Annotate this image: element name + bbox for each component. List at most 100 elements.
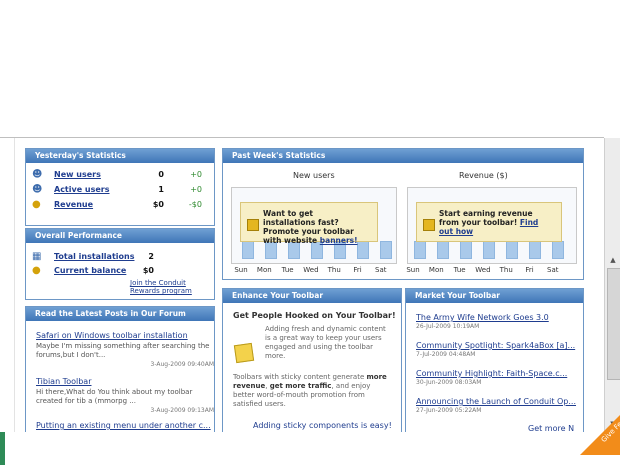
total-installations-value: 2 <box>148 252 154 261</box>
forum-post-body: Hi there,What do You think about my tool… <box>36 388 193 405</box>
current-balance-link[interactable]: Current balance <box>54 266 126 275</box>
chart-bar <box>483 241 495 259</box>
left-gutter <box>0 138 15 432</box>
market-item: Community Spotlight: Spark4aBox [a]... 7… <box>416 341 584 358</box>
market-item-title[interactable]: Community Highlight: Faith-Space.c... <box>416 369 584 378</box>
new-users-value: 0 <box>158 170 164 179</box>
chart-bar <box>414 241 426 259</box>
chart-bar <box>460 241 472 259</box>
chart-bar <box>529 241 541 259</box>
forum-post-title[interactable]: Tibian Toolbar <box>36 377 214 386</box>
market-item: The Army Wife Network Goes 3.0 26-Jul-20… <box>416 313 584 330</box>
rewards-link-line2[interactable]: Rewards program <box>130 287 192 295</box>
day-tick-label: Sun <box>234 266 248 274</box>
active-users-link[interactable]: Active users <box>54 185 110 194</box>
market-toolbar-header: Market Your Toolbar <box>406 289 583 303</box>
stat-row-total-installations: ▦ Total installations 2 <box>32 251 210 264</box>
add-sticky-components-link[interactable]: Adding sticky components is easy! <box>253 421 392 430</box>
rewards-link[interactable]: Join the Conduit Rewards program <box>130 279 192 295</box>
scrollbar-thumb[interactable] <box>607 268 620 380</box>
revenue-callout-text: Start earning revenue from your toolbar!… <box>439 209 551 236</box>
taskbar-edge <box>0 432 5 465</box>
market-toolbar-panel: Market Your Toolbar The Army Wife Networ… <box>405 288 584 432</box>
day-tick-label: Thu <box>499 266 513 274</box>
market-item-title[interactable]: Community Spotlight: Spark4aBox [a]... <box>416 341 584 350</box>
revenue-callout: Start earning revenue from your toolbar!… <box>416 202 562 242</box>
day-tick-label: Fri <box>525 266 534 274</box>
dashboard-content: Yesterday's Statistics ☻ New users 0 +0 … <box>15 138 595 432</box>
forum-post-title[interactable]: Safari on Windows toolbar installation <box>36 331 214 340</box>
day-tick-label: Sat <box>547 266 559 274</box>
forum-post: Tibian Toolbar Hi there,What do You thin… <box>36 377 214 414</box>
day-tick-label: Fri <box>353 266 362 274</box>
day-tick-label: Mon <box>256 266 272 274</box>
stat-row-revenue: ● Revenue $0 -$0 <box>32 199 210 212</box>
market-item-date: 7-Jul-2009 04:48AM <box>416 351 476 358</box>
revenue-chart-title: Revenue ($) <box>459 171 508 180</box>
past-week-panel: Past Week's Statistics New users Revenue… <box>222 148 584 280</box>
forum-post-body: Maybe I'm missing something after search… <box>36 342 210 359</box>
enhance-benefits-text: Toolbars with sticky content generate mo… <box>233 373 391 409</box>
new-users-chart: Want to get installations fast? Promote … <box>231 187 397 264</box>
chart-bar <box>380 241 392 259</box>
active-users-value: 1 <box>158 185 164 194</box>
revenue-callout-message: Start earning revenue from your toolbar! <box>439 209 533 227</box>
day-tick-label: Sun <box>406 266 420 274</box>
past-week-header: Past Week's Statistics <box>223 149 583 163</box>
forum-post: Safari on Windows toolbar installation M… <box>36 331 214 368</box>
overall-performance-panel: Overall Performance ▦ Total installation… <box>25 228 215 300</box>
day-tick-label: Mon <box>428 266 444 274</box>
new-users-link[interactable]: New users <box>54 170 101 179</box>
stat-row-current-balance: ● Current balance $0 <box>32 265 210 278</box>
market-item: Community Highlight: Faith-Space.c... 30… <box>416 369 584 386</box>
sticky-note-icon <box>233 342 255 364</box>
revenue-link[interactable]: Revenue <box>54 200 93 209</box>
day-tick-label: Sat <box>375 266 387 274</box>
give-feedback-badge[interactable]: Give Feedback <box>560 385 620 455</box>
coins-icon: ● <box>32 199 41 210</box>
forum-post-date: 3-Aug-2009 09:13AM <box>150 407 214 414</box>
enhance-benefits-pre: Toolbars with sticky content generate <box>233 373 367 381</box>
installations-callout-text: Want to get installations fast? Promote … <box>263 209 363 245</box>
active-users-delta: +0 <box>190 185 202 194</box>
coins-callout-icon <box>423 219 435 231</box>
installations-callout: Want to get installations fast? Promote … <box>240 202 378 245</box>
day-tick-label: Wed <box>475 266 491 274</box>
stat-row-active-users: ☻ Active users 1 +0 <box>32 184 210 197</box>
overall-performance-header: Overall Performance <box>26 229 214 243</box>
yesterday-statistics-panel: Yesterday's Statistics ☻ New users 0 +0 … <box>25 148 215 226</box>
chart-bar <box>242 241 254 259</box>
rewards-link-line1[interactable]: Join the Conduit <box>130 279 192 287</box>
scroll-up-arrow-icon[interactable]: ▲ <box>607 255 619 265</box>
revenue-value: $0 <box>152 200 164 209</box>
chart-bar <box>437 241 449 259</box>
market-item-date: 26-Jul-2009 10:19AM <box>416 323 480 330</box>
market-item-date: 27-Jun-2009 05:22AM <box>416 407 482 414</box>
forum-panel: Read the Latest Posts in Our Forum Safar… <box>25 306 215 432</box>
day-tick-label: Tue <box>281 266 294 274</box>
total-installations-link[interactable]: Total installations <box>54 252 134 261</box>
enhance-toolbar-header: Enhance Your Toolbar <box>223 289 401 303</box>
new-users-delta: +0 <box>190 170 202 179</box>
revenue-chart: Start earning revenue from your toolbar!… <box>407 187 577 264</box>
installations-icon: ▦ <box>32 251 42 262</box>
chart-bar <box>506 241 518 259</box>
market-item-date: 30-Jun-2009 08:03AM <box>416 379 482 386</box>
users-icon: ☻ <box>32 169 43 180</box>
forum-post-title[interactable]: Putting an existing menu under another c… <box>36 421 214 430</box>
bottom-blank-area <box>0 432 620 465</box>
market-item-title[interactable]: The Army Wife Network Goes 3.0 <box>416 313 584 322</box>
day-tick-label: Tue <box>453 266 466 274</box>
more-traffic-text: get more traffic <box>269 382 332 390</box>
forum-post-date: 3-Aug-2009 09:40AM <box>150 361 214 368</box>
forum-post: Putting an existing menu under another c… <box>36 421 214 430</box>
promote-icon <box>247 219 259 231</box>
enhance-text: Adding fresh and dynamic content is a gr… <box>265 325 386 360</box>
banners-link[interactable]: banners! <box>320 236 358 245</box>
active-users-icon: ☻ <box>32 184 43 195</box>
balance-coins-icon: ● <box>32 265 41 276</box>
yesterday-statistics-header: Yesterday's Statistics <box>26 149 214 163</box>
market-item-title[interactable]: Announcing the Launch of Conduit Op... <box>416 397 584 406</box>
stat-row-new-users: ☻ New users 0 +0 <box>32 169 210 182</box>
day-tick-label: Thu <box>327 266 341 274</box>
